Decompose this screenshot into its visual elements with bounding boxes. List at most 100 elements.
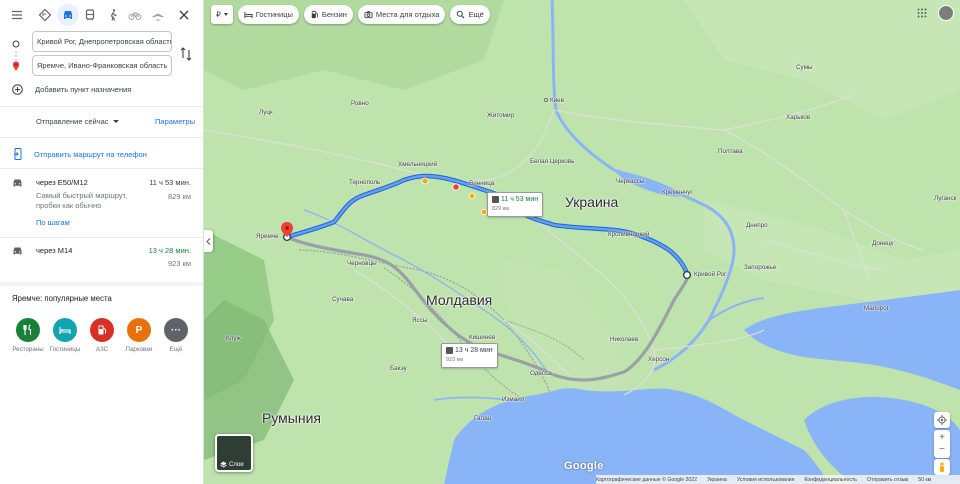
walk-mode-icon <box>110 9 117 21</box>
popular-places-title: Яремче: популярные места <box>12 294 112 303</box>
route-duration: 11 ч 53 мин. <box>149 178 191 187</box>
city-label-dnipro: Днипро <box>746 222 768 229</box>
city-label-bila-tserkva: Белая Церковь <box>530 158 575 165</box>
zoom-in-button[interactable]: + <box>939 431 945 444</box>
category-restaurants[interactable]: Рестораны <box>9 318 47 353</box>
chip-gas[interactable]: Бензин <box>303 5 353 24</box>
apps-grid-icon[interactable] <box>913 4 931 22</box>
add-destination-label: Добавить пункт назначения <box>35 84 132 94</box>
depart-time-dropdown[interactable]: Отправление сейчас <box>36 117 109 126</box>
city-label-poltava: Полтава <box>718 148 743 155</box>
city-label-zaporizhzhia: Запорожье <box>744 264 777 271</box>
city-label-zhytomyr: Житомир <box>487 112 514 119</box>
avatar[interactable] <box>938 5 954 21</box>
route-callout-alt[interactable]: 13 ч 28 мин 923 км <box>441 343 498 368</box>
best-mode-icon <box>38 8 52 22</box>
pegman-button[interactable] <box>934 459 950 475</box>
hamburger-menu-icon <box>12 10 22 20</box>
origin-input[interactable]: Кривой Рог, Днепропетровская область <box>32 31 172 52</box>
options-link[interactable]: Параметры <box>155 117 195 126</box>
chip-more[interactable]: Ещё <box>450 5 490 24</box>
send-to-phone-label: Отправить маршрут на телефон <box>34 149 147 159</box>
my-location-button[interactable] <box>934 412 950 428</box>
footer-privacy-link[interactable]: Конфиденциальность <box>804 477 857 483</box>
footer-feedback-link[interactable]: Отправить отзыв <box>867 477 908 483</box>
swap-icon[interactable] <box>179 46 193 62</box>
city-dot <box>544 98 548 103</box>
menu-button[interactable] <box>6 4 28 26</box>
city-label-odesa: Одесса <box>530 370 552 377</box>
city-label-ternopil: Тернополь <box>349 179 381 186</box>
footer-country[interactable]: Украина <box>707 477 727 483</box>
hotel-icon <box>53 318 77 342</box>
route-callout-main[interactable]: 11 ч 53 мин 829 км <box>487 192 544 217</box>
send-to-phone-row[interactable]: Отправить маршрут на телефон <box>0 146 147 162</box>
category-label: Парковки <box>125 346 153 353</box>
category-parking[interactable]: P Парковки <box>120 318 158 353</box>
bike-mode-button[interactable] <box>124 4 146 26</box>
map-canvas[interactable]: ₽ Гостиницы Бензин Места для отдыха Ещё <box>204 0 960 484</box>
car-icon <box>492 195 499 203</box>
chip-hotels[interactable]: Гостиницы <box>237 5 299 24</box>
route-via: через E50/M12 <box>36 178 88 187</box>
currency-label: ₽ <box>216 10 221 19</box>
city-label-iasi: Яссы <box>412 317 428 324</box>
city-label-donetsk: Донецк <box>872 240 894 247</box>
city-label-kremenchuk: Кременчуг <box>662 189 693 196</box>
best-mode-button[interactable] <box>34 4 56 26</box>
layers-button[interactable]: Слои <box>215 434 253 472</box>
bike-mode-icon <box>128 12 142 20</box>
city-label-kropyvnytskyi: Кропивницкий <box>608 231 650 238</box>
maps-app: Кривой Рог, Днепропетровская область Яре… <box>0 0 960 484</box>
pegman-icon <box>940 461 944 472</box>
route-option-1[interactable]: через E50/M12 11 ч 53 мин. Самый быстрый… <box>0 170 203 236</box>
directions-panel: Кривой Рог, Днепропетровская область Яре… <box>0 0 204 484</box>
city-label-kharkiv: Харьков <box>786 114 811 121</box>
category-shortcuts: Рестораны Гостиницы АЗС P Парковки ··· Е… <box>0 318 203 366</box>
city-label-chisinau: Кишинев <box>469 334 496 341</box>
chip-attractions[interactable]: Места для отдыха <box>357 5 446 24</box>
footer-scale[interactable]: 50 км <box>918 477 931 483</box>
collapse-panel-button[interactable] <box>204 230 213 252</box>
category-more[interactable]: ··· Ещё <box>157 318 195 353</box>
flight-mode-button[interactable] <box>147 4 169 26</box>
city-label-lugansk: Луганск <box>934 195 957 202</box>
route-option-2[interactable]: через M14 13 ч 28 мин. 923 км <box>0 238 203 280</box>
gas-station-icon <box>90 318 114 342</box>
car-mode-button[interactable] <box>56 4 79 26</box>
google-logo: Google <box>564 460 604 472</box>
zoom-out-button[interactable]: − <box>939 444 945 457</box>
add-circle-icon <box>12 83 23 95</box>
camera-icon <box>364 11 373 19</box>
footer-terms-link[interactable]: Условия использования <box>737 477 795 483</box>
close-directions-button[interactable] <box>173 4 195 26</box>
callout-time: 11 ч 53 мин <box>501 196 539 203</box>
layers-label: Слои <box>229 461 244 468</box>
close-icon <box>179 10 189 20</box>
car-mode-icon <box>63 11 72 19</box>
currency-dropdown[interactable]: ₽ <box>211 5 233 24</box>
route-distance: 829 км <box>167 192 191 201</box>
route-via: через M14 <box>36 246 73 255</box>
category-chip-bar: ₽ Гостиницы Бензин Места для отдыха Ещё <box>211 5 495 25</box>
divider <box>0 137 203 138</box>
city-label-galati: Галац <box>474 415 492 422</box>
flight-mode-icon <box>152 9 163 21</box>
add-destination-row[interactable]: Добавить пункт назначения <box>0 82 131 96</box>
chip-label: Гостиницы <box>255 10 293 19</box>
city-label-sumy: Сумы <box>796 64 813 71</box>
divider <box>0 106 203 107</box>
route-steps-link[interactable]: По шагам <box>36 218 70 227</box>
chip-label: Ещё <box>468 10 484 19</box>
transit-mode-button[interactable] <box>79 4 101 26</box>
restaurant-icon <box>16 318 40 342</box>
category-label: Гостиницы <box>49 346 81 353</box>
city-label-chernivtsi: Черновцы <box>347 260 377 267</box>
destination-input[interactable]: Яремче, Ивано-Франковская область <box>32 55 172 76</box>
car-icon <box>446 346 453 354</box>
city-label-kherson: Херсон <box>648 356 670 363</box>
search-icon <box>457 10 465 19</box>
category-gas[interactable]: АЗС <box>83 318 121 353</box>
category-hotels[interactable]: Гостиницы <box>46 318 84 353</box>
walk-mode-button[interactable] <box>102 4 124 26</box>
